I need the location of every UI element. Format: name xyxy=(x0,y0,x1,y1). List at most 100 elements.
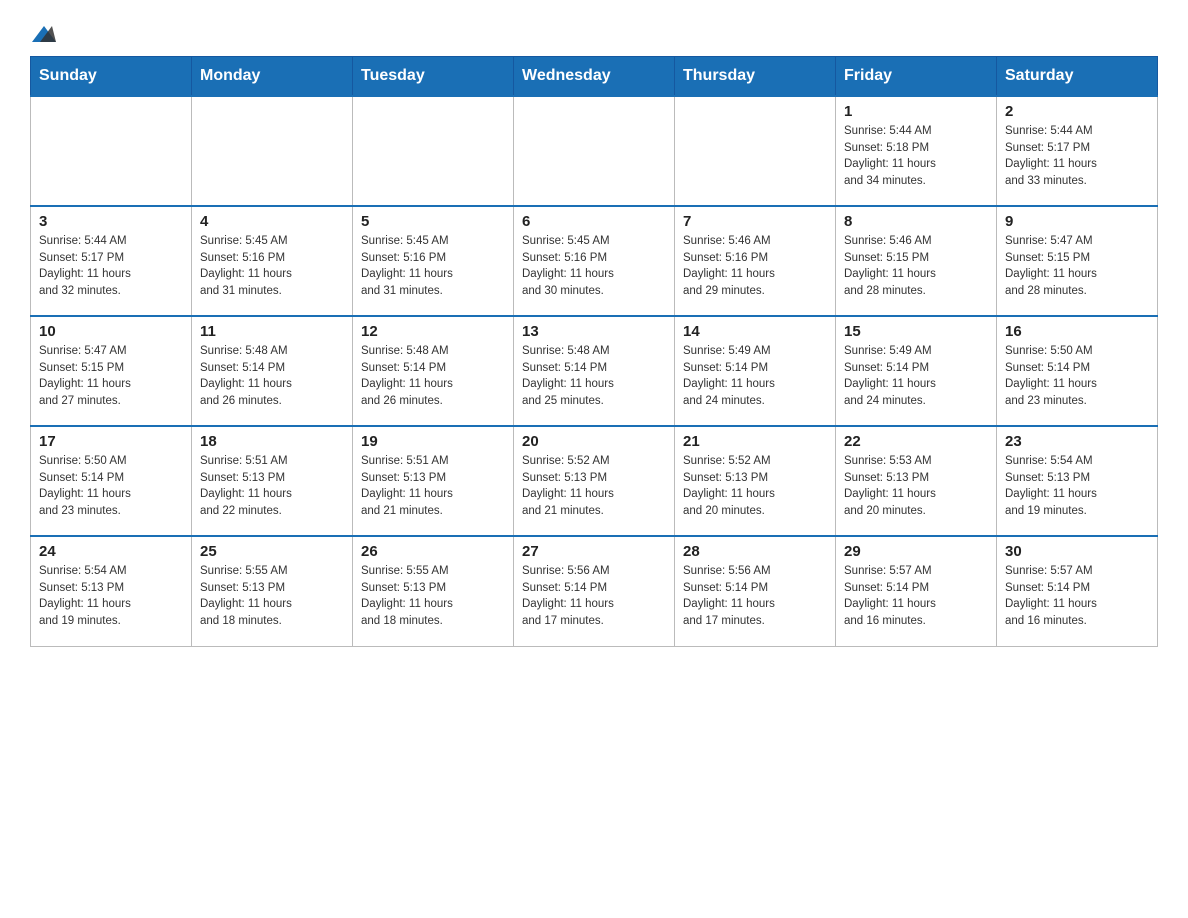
calendar-day-cell: 8 Sunrise: 5:46 AM Sunset: 5:15 PM Daylig… xyxy=(836,206,997,316)
day-info: Sunrise: 5:54 AM Sunset: 5:13 PM Dayligh… xyxy=(1005,453,1149,520)
calendar-day-cell: 30 Sunrise: 5:57 AM Sunset: 5:14 PM Dayli… xyxy=(997,536,1158,646)
day-info: Sunrise: 5:46 AM Sunset: 5:16 PM Dayligh… xyxy=(683,233,827,300)
calendar-day-cell: 5 Sunrise: 5:45 AM Sunset: 5:16 PM Daylig… xyxy=(353,206,514,316)
calendar-day-cell: 21 Sunrise: 5:52 AM Sunset: 5:13 PM Dayli… xyxy=(675,426,836,536)
calendar-week-row: 10Sunrise: 5:47 AM Sunset: 5:15 PM Dayli… xyxy=(31,316,1158,426)
day-info: Sunrise: 5:44 AM Sunset: 5:17 PM Dayligh… xyxy=(1005,123,1149,190)
calendar-day-cell: 14 Sunrise: 5:49 AM Sunset: 5:14 PM Dayli… xyxy=(675,316,836,426)
day-number: 9 xyxy=(1005,213,1149,230)
calendar-day-cell: 3 Sunrise: 5:44 AM Sunset: 5:17 PM Daylig… xyxy=(31,206,192,316)
day-number: 12 xyxy=(361,323,505,340)
day-number: 25 xyxy=(200,543,344,560)
calendar-day-cell: 20 Sunrise: 5:52 AM Sunset: 5:13 PM Dayli… xyxy=(514,426,675,536)
day-info: Sunrise: 5:55 AM Sunset: 5:13 PM Dayligh… xyxy=(361,563,505,630)
day-info: Sunrise: 5:45 AM Sunset: 5:16 PM Dayligh… xyxy=(522,233,666,300)
day-info: Sunrise: 5:52 AM Sunset: 5:13 PM Dayligh… xyxy=(522,453,666,520)
day-info: Sunrise: 5:50 AM Sunset: 5:14 PM Dayligh… xyxy=(39,453,183,520)
calendar-day-cell: 6 Sunrise: 5:45 AM Sunset: 5:16 PM Daylig… xyxy=(514,206,675,316)
day-number: 3 xyxy=(39,213,183,230)
day-info: Sunrise: 5:48 AM Sunset: 5:14 PM Dayligh… xyxy=(361,343,505,410)
calendar-day-cell: 1 Sunrise: 5:44 AM Sunset: 5:18 PM Daylig… xyxy=(836,96,997,206)
day-number: 13 xyxy=(522,323,666,340)
calendar-day-cell: 27 Sunrise: 5:56 AM Sunset: 5:14 PM Dayli… xyxy=(514,536,675,646)
day-number: 20 xyxy=(522,433,666,450)
day-of-week-header: Sunday xyxy=(31,57,192,97)
day-number: 10 xyxy=(39,323,183,340)
calendar-day-cell xyxy=(192,96,353,206)
calendar-day-cell: 7 Sunrise: 5:46 AM Sunset: 5:16 PM Daylig… xyxy=(675,206,836,316)
calendar-day-cell: 4 Sunrise: 5:45 AM Sunset: 5:16 PM Daylig… xyxy=(192,206,353,316)
day-info: Sunrise: 5:47 AM Sunset: 5:15 PM Dayligh… xyxy=(1005,233,1149,300)
day-info: Sunrise: 5:44 AM Sunset: 5:17 PM Dayligh… xyxy=(39,233,183,300)
day-number: 19 xyxy=(361,433,505,450)
calendar-week-row: 24 Sunrise: 5:54 AM Sunset: 5:13 PM Dayli… xyxy=(31,536,1158,646)
calendar-day-cell: 12 Sunrise: 5:48 AM Sunset: 5:14 PM Dayli… xyxy=(353,316,514,426)
day-info: Sunrise: 5:56 AM Sunset: 5:14 PM Dayligh… xyxy=(683,563,827,630)
day-info: Sunrise: 5:56 AM Sunset: 5:14 PM Dayligh… xyxy=(522,563,666,630)
calendar-day-cell: 29Sunrise: 5:57 AM Sunset: 5:14 PM Dayli… xyxy=(836,536,997,646)
day-info: Sunrise: 5:48 AM Sunset: 5:14 PM Dayligh… xyxy=(200,343,344,410)
calendar-day-cell xyxy=(353,96,514,206)
calendar-day-cell: 19 Sunrise: 5:51 AM Sunset: 5:13 PM Dayli… xyxy=(353,426,514,536)
day-number: 5 xyxy=(361,213,505,230)
calendar-day-cell: 2 Sunrise: 5:44 AM Sunset: 5:17 PM Daylig… xyxy=(997,96,1158,206)
day-info: Sunrise: 5:55 AM Sunset: 5:13 PM Dayligh… xyxy=(200,563,344,630)
day-info: Sunrise: 5:57 AM Sunset: 5:14 PM Dayligh… xyxy=(1005,563,1149,630)
calendar-day-cell: 24 Sunrise: 5:54 AM Sunset: 5:13 PM Dayli… xyxy=(31,536,192,646)
day-of-week-header: Wednesday xyxy=(514,57,675,97)
day-number: 1 xyxy=(844,103,988,120)
day-number: 23 xyxy=(1005,433,1149,450)
day-number: 29 xyxy=(844,543,988,560)
day-of-week-header: Friday xyxy=(836,57,997,97)
calendar-table: SundayMondayTuesdayWednesdayThursdayFrid… xyxy=(30,56,1158,647)
day-number: 17 xyxy=(39,433,183,450)
logo xyxy=(30,20,56,46)
day-info: Sunrise: 5:44 AM Sunset: 5:18 PM Dayligh… xyxy=(844,123,988,190)
logo-triangle-icon xyxy=(32,22,56,46)
calendar-day-cell: 25 Sunrise: 5:55 AM Sunset: 5:13 PM Dayli… xyxy=(192,536,353,646)
day-info: Sunrise: 5:53 AM Sunset: 5:13 PM Dayligh… xyxy=(844,453,988,520)
day-info: Sunrise: 5:45 AM Sunset: 5:16 PM Dayligh… xyxy=(361,233,505,300)
day-info: Sunrise: 5:46 AM Sunset: 5:15 PM Dayligh… xyxy=(844,233,988,300)
page-header xyxy=(30,20,1158,46)
calendar-day-cell xyxy=(675,96,836,206)
day-number: 8 xyxy=(844,213,988,230)
day-info: Sunrise: 5:48 AM Sunset: 5:14 PM Dayligh… xyxy=(522,343,666,410)
day-number: 18 xyxy=(200,433,344,450)
day-number: 21 xyxy=(683,433,827,450)
calendar-day-cell: 13 Sunrise: 5:48 AM Sunset: 5:14 PM Dayli… xyxy=(514,316,675,426)
calendar-day-cell: 9 Sunrise: 5:47 AM Sunset: 5:15 PM Daylig… xyxy=(997,206,1158,316)
calendar-day-cell: 11 Sunrise: 5:48 AM Sunset: 5:14 PM Dayli… xyxy=(192,316,353,426)
day-number: 24 xyxy=(39,543,183,560)
calendar-week-row: 17 Sunrise: 5:50 AM Sunset: 5:14 PM Dayli… xyxy=(31,426,1158,536)
day-info: Sunrise: 5:49 AM Sunset: 5:14 PM Dayligh… xyxy=(844,343,988,410)
day-number: 11 xyxy=(200,323,344,340)
calendar-week-row: 1 Sunrise: 5:44 AM Sunset: 5:18 PM Daylig… xyxy=(31,96,1158,206)
day-number: 15 xyxy=(844,323,988,340)
day-number: 16 xyxy=(1005,323,1149,340)
day-of-week-header: Tuesday xyxy=(353,57,514,97)
day-info: Sunrise: 5:52 AM Sunset: 5:13 PM Dayligh… xyxy=(683,453,827,520)
calendar-day-cell: 23 Sunrise: 5:54 AM Sunset: 5:13 PM Dayli… xyxy=(997,426,1158,536)
day-info: Sunrise: 5:50 AM Sunset: 5:14 PM Dayligh… xyxy=(1005,343,1149,410)
day-number: 28 xyxy=(683,543,827,560)
calendar-day-cell: 28 Sunrise: 5:56 AM Sunset: 5:14 PM Dayli… xyxy=(675,536,836,646)
day-number: 26 xyxy=(361,543,505,560)
day-number: 6 xyxy=(522,213,666,230)
day-of-week-header: Monday xyxy=(192,57,353,97)
day-info: Sunrise: 5:45 AM Sunset: 5:16 PM Dayligh… xyxy=(200,233,344,300)
day-number: 27 xyxy=(522,543,666,560)
day-info: Sunrise: 5:54 AM Sunset: 5:13 PM Dayligh… xyxy=(39,563,183,630)
day-number: 30 xyxy=(1005,543,1149,560)
day-number: 2 xyxy=(1005,103,1149,120)
calendar-day-cell: 16 Sunrise: 5:50 AM Sunset: 5:14 PM Dayli… xyxy=(997,316,1158,426)
day-of-week-header: Saturday xyxy=(997,57,1158,97)
day-number: 4 xyxy=(200,213,344,230)
day-number: 14 xyxy=(683,323,827,340)
day-info: Sunrise: 5:51 AM Sunset: 5:13 PM Dayligh… xyxy=(361,453,505,520)
calendar-day-cell: 18Sunrise: 5:51 AM Sunset: 5:13 PM Dayli… xyxy=(192,426,353,536)
day-info: Sunrise: 5:49 AM Sunset: 5:14 PM Dayligh… xyxy=(683,343,827,410)
calendar-day-cell: 26 Sunrise: 5:55 AM Sunset: 5:13 PM Dayli… xyxy=(353,536,514,646)
day-number: 7 xyxy=(683,213,827,230)
calendar-day-cell: 22Sunrise: 5:53 AM Sunset: 5:13 PM Dayli… xyxy=(836,426,997,536)
